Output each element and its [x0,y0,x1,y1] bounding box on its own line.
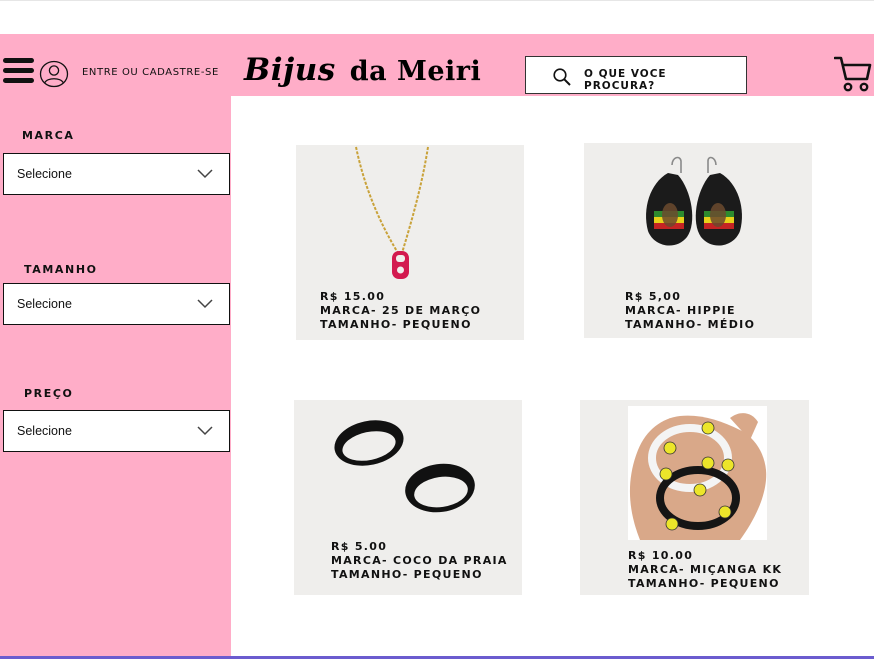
bracelets-image [628,406,767,540]
cart-icon[interactable] [834,55,872,93]
product-brand: MARCA- 25 DE MARÇO [320,304,482,317]
search-placeholder: O QUE VOCE PROCURA? [584,68,667,92]
user-icon[interactable] [39,60,69,88]
chevron-down-icon [197,426,213,436]
earrings-image [646,156,742,246]
tamanho-select[interactable]: Selecione [3,283,230,325]
product-card[interactable]: R$ 5.00 MARCA- COCO DA PRAIA TAMANHO- PE… [294,400,522,595]
product-card[interactable]: R$ 15.00 MARCA- 25 DE MARÇO TAMANHO- PEQ… [296,145,524,340]
product-price: R$ 5,00 [625,290,682,303]
marca-select-value: Selecione [17,167,72,181]
product-size: TAMANHO- PEQUENO [320,318,472,331]
product-price: R$ 10.00 [628,549,694,562]
product-brand: MARCA- MIÇANGA KK [628,563,783,576]
top-strip [0,0,874,34]
filter-label-preco: PREÇO [24,387,74,400]
chevron-down-icon [197,299,213,309]
product-brand: MARCA- HIPPIE [625,304,736,317]
product-price: R$ 15.00 [320,290,386,303]
tamanho-select-value: Selecione [17,297,72,311]
menu-icon[interactable] [3,58,35,90]
search-icon [553,68,571,86]
site-logo[interactable]: Bijus da Meiri [244,52,481,88]
filter-label-marca: MARCA [22,129,75,142]
preco-select-value: Selecione [17,424,72,438]
search-input[interactable]: O QUE VOCE PROCURA? [525,56,747,94]
product-card[interactable]: R$ 10.00 MARCA- MIÇANGA KK TAMANHO- PEQU… [580,400,809,595]
product-size: TAMANHO- MÉDIO [625,318,756,331]
chevron-down-icon [197,169,213,179]
product-brand: MARCA- COCO DA PRAIA [331,554,508,567]
rings-image [334,420,475,513]
product-size: TAMANHO- PEQUENO [628,577,780,590]
preco-select[interactable]: Selecione [3,410,230,452]
product-price: R$ 5.00 [331,540,388,553]
logo-word-2: da Meiri [349,56,482,87]
product-card[interactable]: R$ 5,00 MARCA- HIPPIE TAMANHO- MÉDIO [584,143,812,338]
marca-select[interactable]: Selecione [3,153,230,195]
login-signup-link[interactable]: ENTRE OU CADASTRE-SE [82,67,219,78]
logo-word-1: Bijus [244,52,336,88]
necklace-image [355,146,429,279]
filter-label-tamanho: TAMANHO [24,263,98,276]
product-size: TAMANHO- PEQUENO [331,568,483,581]
